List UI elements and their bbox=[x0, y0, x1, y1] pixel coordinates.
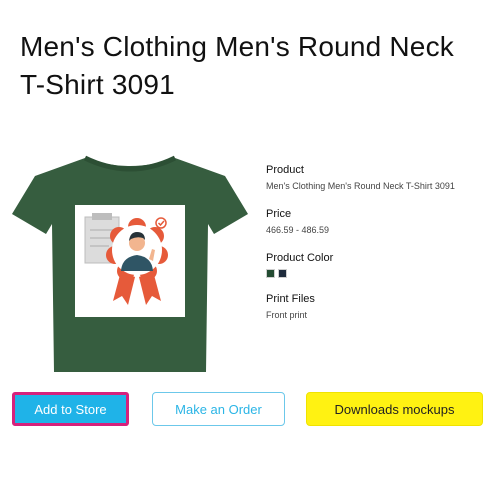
product-label: Product bbox=[266, 164, 304, 176]
print-design bbox=[75, 205, 185, 317]
make-order-button[interactable]: Make an Order bbox=[152, 392, 285, 426]
download-mockups-button[interactable]: Downloads mockups bbox=[306, 392, 483, 426]
page-title: Men's Clothing Men's Round Neck T-Shirt … bbox=[20, 31, 454, 100]
color-swatches bbox=[266, 269, 496, 278]
color-label: Product Color bbox=[266, 252, 334, 264]
tshirt-mockup bbox=[12, 155, 248, 372]
product-field: Product Men's Clothing Men's Round Neck … bbox=[266, 163, 496, 193]
print-files-label: Print Files bbox=[266, 293, 315, 305]
product-value: Men's Clothing Men's Round Neck T-Shirt … bbox=[266, 181, 455, 191]
color-swatch-green[interactable] bbox=[266, 269, 275, 278]
price-value: 466.59 - 486.59 bbox=[266, 225, 330, 235]
price-label: Price bbox=[266, 208, 292, 220]
price-field: Price 466.59 - 486.59 bbox=[266, 207, 496, 237]
print-files-value: Front print bbox=[266, 310, 308, 320]
print-files-field: Print Files Front print bbox=[266, 292, 496, 322]
color-swatch-navy[interactable] bbox=[278, 269, 287, 278]
color-field: Product Color bbox=[266, 251, 496, 278]
product-details: Product Men's Clothing Men's Round Neck … bbox=[266, 163, 496, 336]
add-to-store-button[interactable]: Add to Store bbox=[12, 392, 129, 426]
